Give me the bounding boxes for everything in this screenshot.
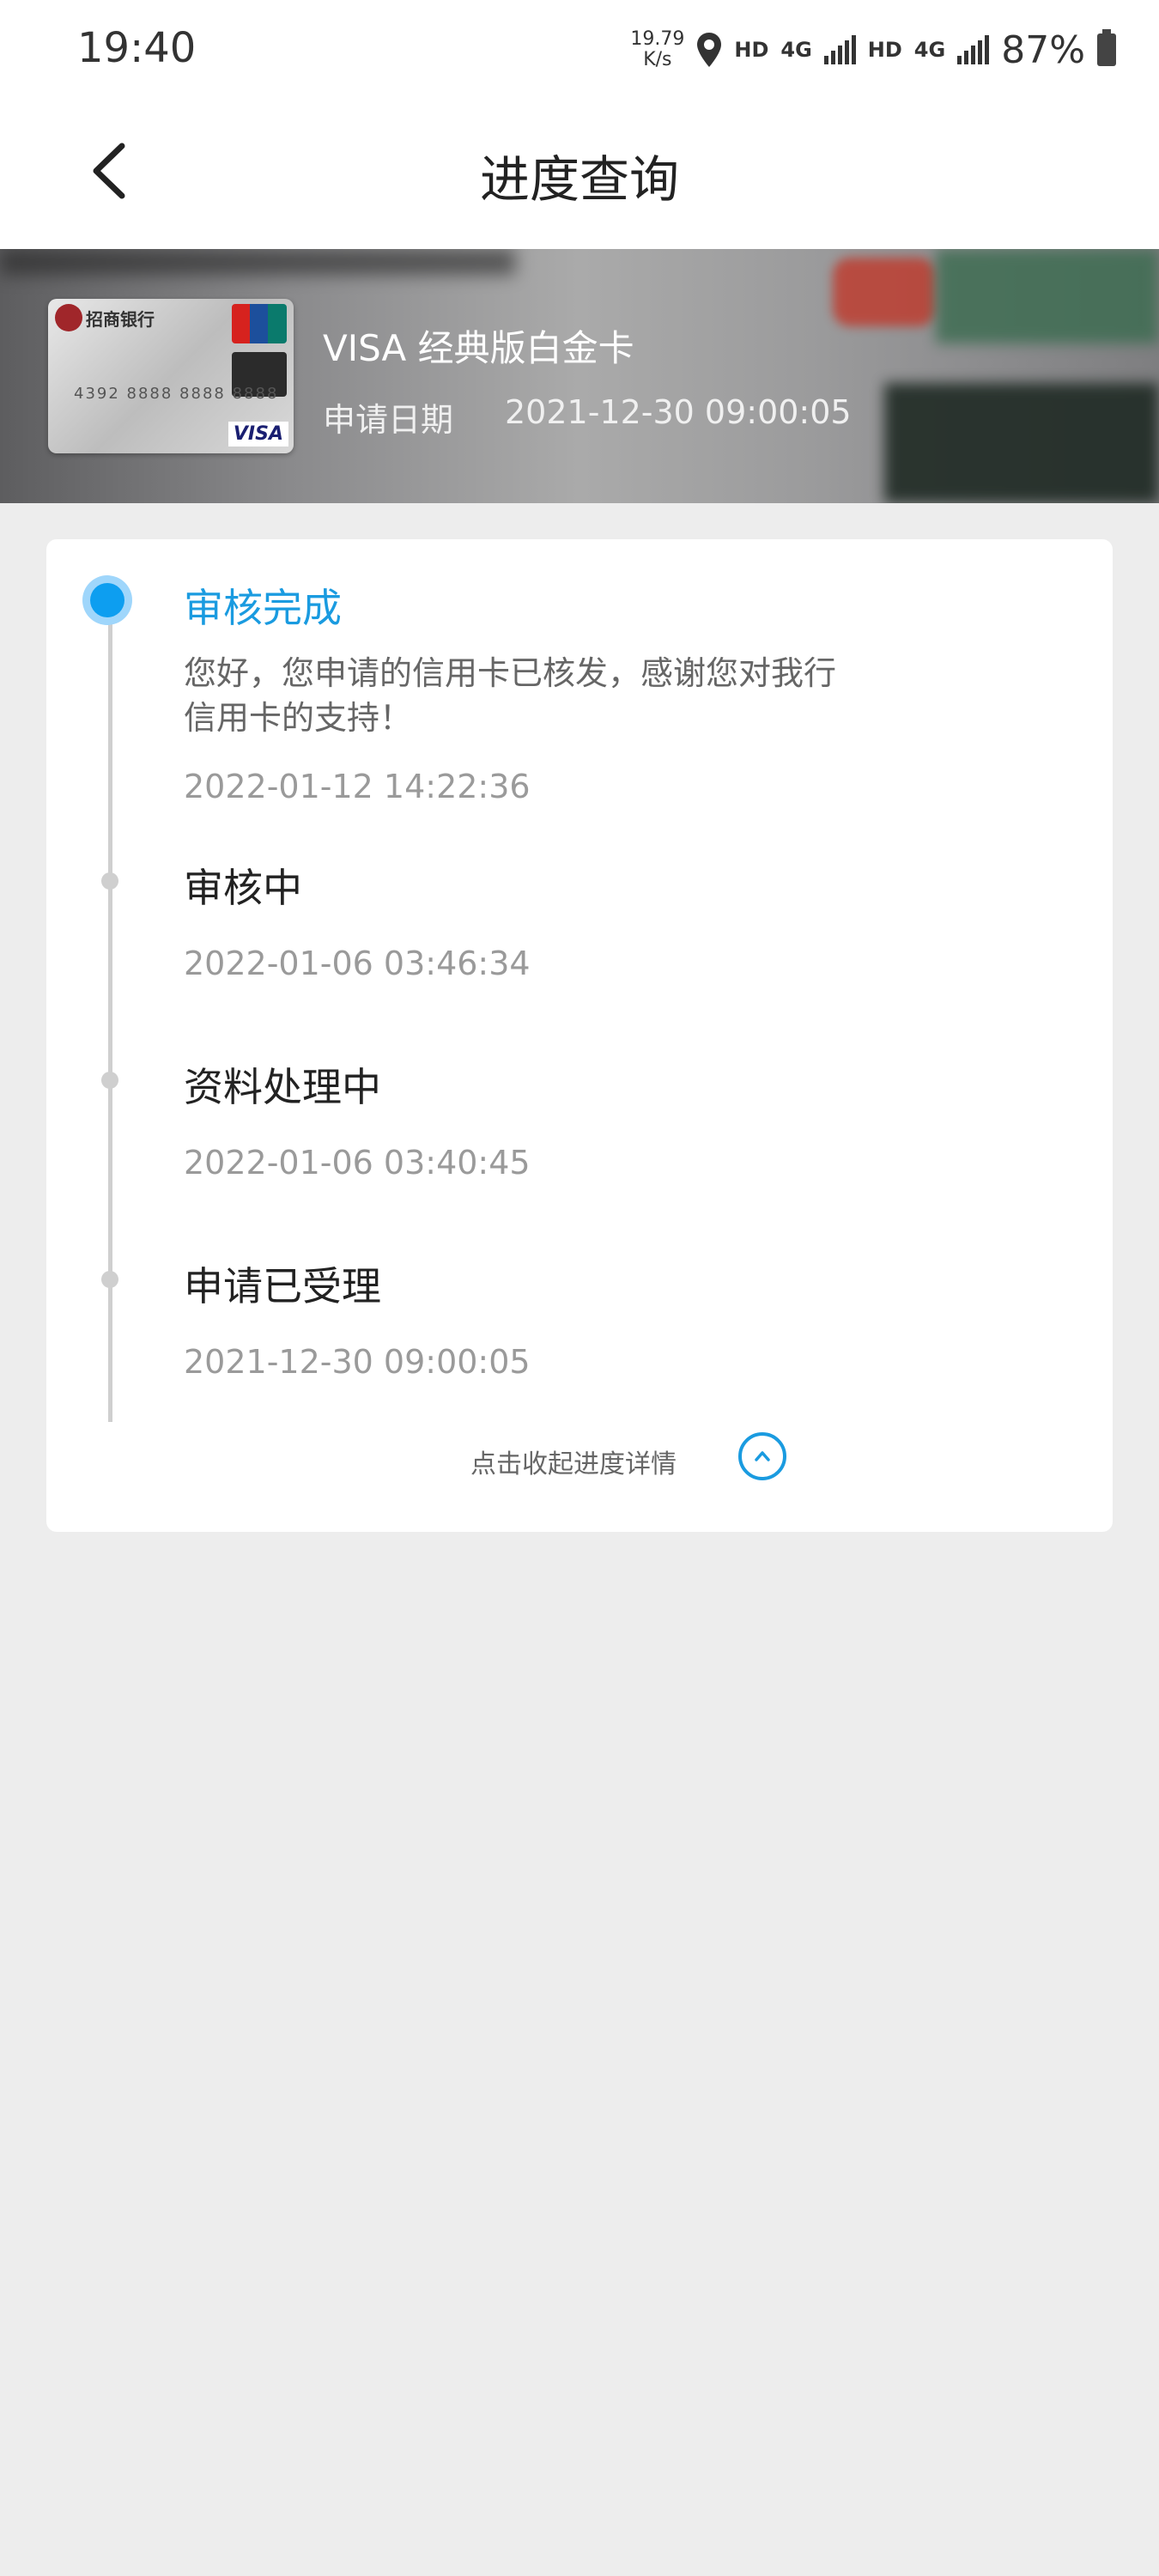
card-number: 4392 8888 8888 8888 — [74, 385, 279, 403]
step-title: 资料处理中 — [184, 1064, 381, 1110]
status-icons: 19.79 K/s HD 4G HD 4G 87% — [630, 24, 1116, 76]
card-name: VISA 经典版白金卡 — [323, 327, 634, 369]
signal-icon-2 — [957, 35, 990, 64]
battery-percent: 87% — [1001, 27, 1085, 72]
timeline-dot-active — [82, 575, 132, 625]
card-image: 招商银行 4392 8888 8888 8888 VISA — [48, 299, 294, 453]
hd-label-2: HD — [867, 38, 902, 62]
step-title: 审核完成 — [184, 585, 342, 631]
step-title: 申请已受理 — [184, 1263, 381, 1309]
page-title: 进度查询 — [479, 150, 679, 209]
card-banner: 招商银行 4392 8888 8888 8888 VISA VISA 经典版白金… — [0, 249, 1159, 503]
step-time: 2021-12-30 09:00:05 — [184, 1343, 531, 1381]
collapse-button[interactable] — [738, 1432, 786, 1480]
timeline-dot — [101, 1072, 118, 1089]
visa-logo: VISA — [228, 422, 288, 447]
location-icon — [697, 33, 722, 67]
collapse-details-label[interactable]: 点击收起进度详情 — [470, 1443, 677, 1480]
step-time: 2022-01-06 03:40:45 — [184, 1144, 531, 1182]
step-title: 审核中 — [184, 865, 302, 911]
nav-bar: 进度查询 — [0, 96, 1159, 249]
timeline-dot — [101, 1271, 118, 1288]
network-type-2: 4G — [913, 38, 946, 62]
battery-icon — [1097, 29, 1116, 66]
status-bar: 19:40 19.79 K/s HD 4G HD 4G 87% — [0, 0, 1159, 96]
signal-icon-1 — [823, 35, 856, 64]
chevron-up-icon — [755, 1451, 770, 1461]
bank-logo-icon — [55, 304, 82, 331]
status-time: 19:40 — [77, 24, 197, 72]
network-type-1: 4G — [780, 38, 812, 62]
apply-date-label: 申请日期 — [323, 401, 454, 439]
hd-label-1: HD — [734, 38, 769, 62]
timeline-dot — [101, 872, 118, 890]
timeline-line — [108, 598, 112, 1422]
step-time: 2022-01-06 03:46:34 — [184, 945, 531, 982]
card-bank-name: 招商银行 — [86, 309, 155, 330]
apply-date-value: 2021-12-30 09:00:05 — [505, 393, 852, 431]
step-time: 2022-01-12 14:22:36 — [184, 768, 531, 805]
step-description: 您好，您申请的信用卡已核发，感谢您对我行信用卡的支持！ — [184, 654, 837, 737]
progress-panel: 审核完成 您好，您申请的信用卡已核发，感谢您对我行信用卡的支持！ 2022-01… — [46, 539, 1113, 1532]
network-speed: 19.79 K/s — [630, 28, 685, 70]
unionpay-logo-icon — [232, 304, 287, 343]
